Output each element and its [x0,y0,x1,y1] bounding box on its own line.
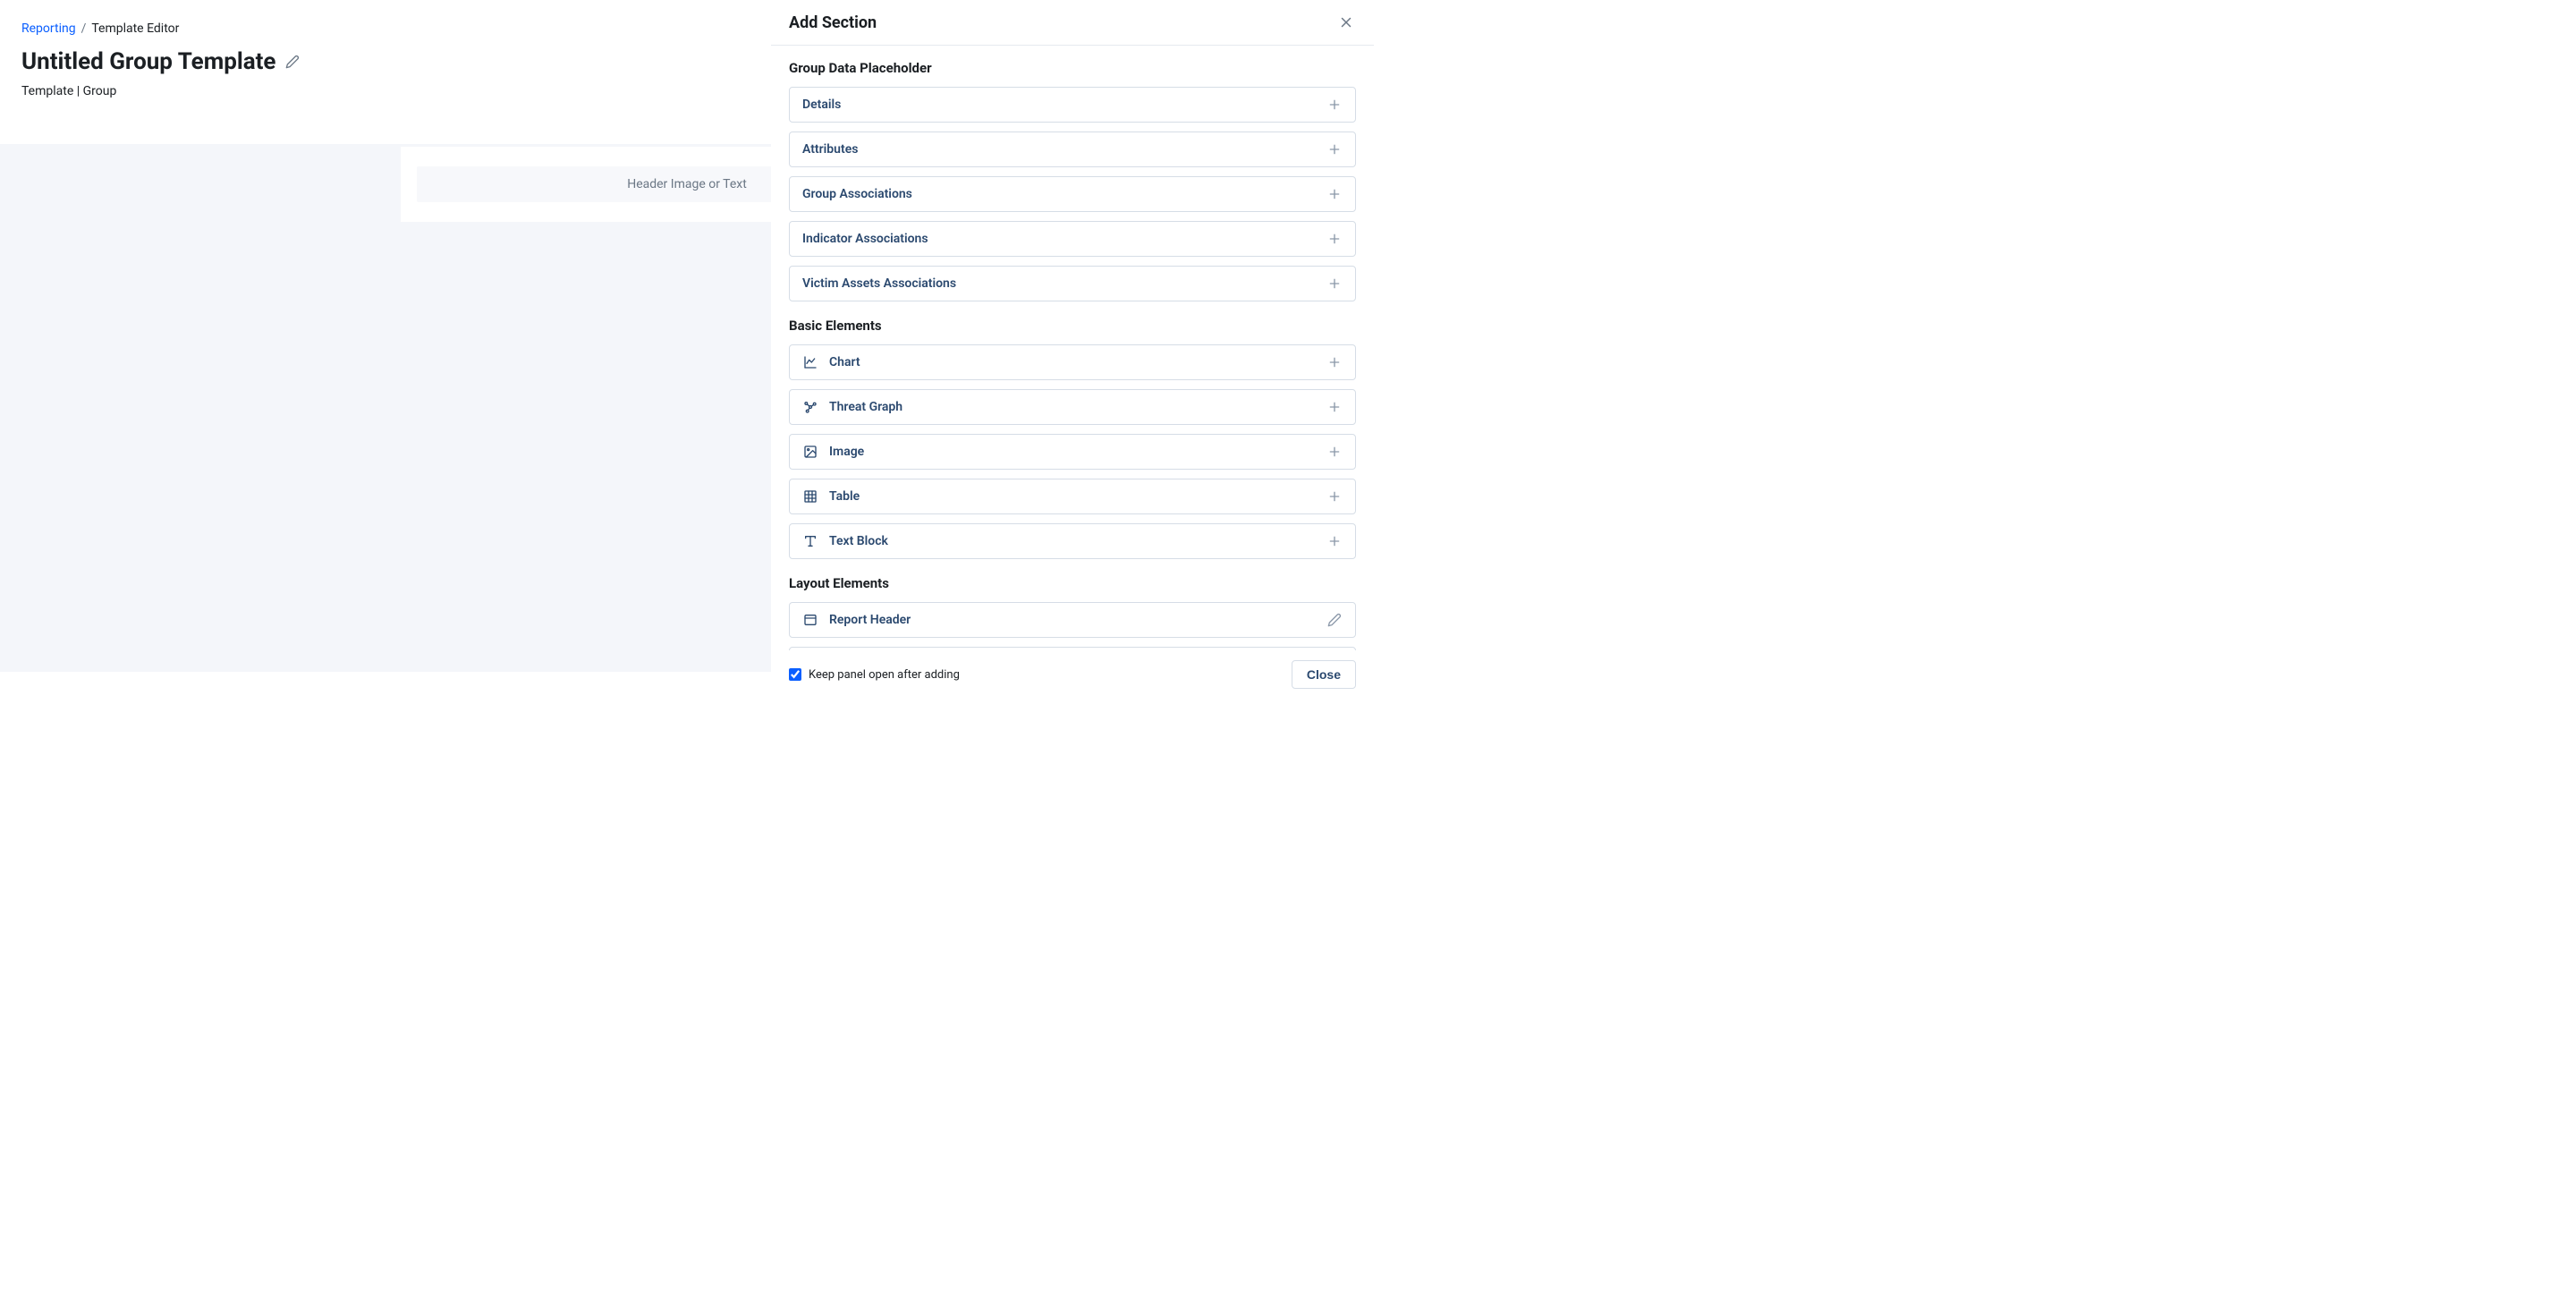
item-group-associations[interactable]: Group Associations [789,176,1356,212]
chart-icon [802,354,818,370]
item-label: Threat Graph [829,400,1326,414]
text-block-icon [802,533,818,549]
item-label: Details [802,98,1326,112]
add-group-associations-button[interactable] [1326,186,1343,202]
add-table-button[interactable] [1326,488,1343,505]
plus-icon [1327,534,1342,548]
keep-open-toggle[interactable]: Keep panel open after adding [789,668,960,682]
plus-icon [1327,142,1342,157]
drawer-close-pill-button[interactable]: Close [1292,660,1356,689]
item-label: Image [829,445,1326,459]
add-victim-assets-button[interactable] [1326,276,1343,292]
item-attributes[interactable]: Attributes [789,132,1356,167]
table-icon [802,488,818,505]
item-text-block[interactable]: Text Block [789,523,1356,559]
item-label: Indicator Associations [802,232,1326,246]
item-report-header[interactable]: Report Header [789,602,1356,638]
item-details[interactable]: Details [789,87,1356,123]
add-section-drawer: Add Section Group Data Placeholder Detai… [771,0,1374,701]
pencil-icon [285,55,300,69]
header-icon [802,612,818,628]
group-data-heading: Group Data Placeholder [789,60,1356,76]
drawer-title: Add Section [789,13,877,32]
plus-icon [1327,445,1342,459]
plus-icon [1327,276,1342,291]
plus-icon [1327,187,1342,201]
item-label: Group Associations [802,187,1326,201]
item-label: Report Header [829,613,1326,627]
plus-icon [1327,232,1342,246]
item-indicator-associations[interactable]: Indicator Associations [789,221,1356,257]
plus-icon [1327,98,1342,112]
section-group-data: Group Data Placeholder Details Attribute… [789,60,1356,301]
add-attributes-button[interactable] [1326,141,1343,157]
item-label: Victim Assets Associations [802,276,1326,291]
close-icon [1338,14,1354,30]
keep-open-checkbox[interactable] [789,668,801,681]
plus-icon [1327,489,1342,504]
section-basic-elements: Basic Elements Chart Threat Graph [789,318,1356,559]
breadcrumb-current: Template Editor [91,21,179,36]
item-label: Chart [829,355,1326,369]
item-label: Table [829,489,1326,504]
item-chart[interactable]: Chart [789,344,1356,380]
section-layout-elements: Layout Elements Report Header Report Foo… [789,575,1356,650]
edit-title-button[interactable] [284,54,301,70]
threat-graph-icon [802,399,818,415]
item-table[interactable]: Table [789,479,1356,514]
item-threat-graph[interactable]: Threat Graph [789,389,1356,425]
drawer-body: Group Data Placeholder Details Attribute… [771,46,1374,650]
keep-open-label: Keep panel open after adding [809,668,960,682]
drawer-close-button[interactable] [1336,13,1356,32]
image-icon [802,444,818,460]
drawer-header: Add Section [771,0,1374,46]
breadcrumb-separator: / [81,21,87,36]
drawer-footer: Keep panel open after adding Close [771,650,1374,701]
breadcrumb-root-link[interactable]: Reporting [21,21,76,36]
add-text-block-button[interactable] [1326,533,1343,549]
page-title: Untitled Group Template [21,48,275,75]
layout-elements-heading: Layout Elements [789,575,1356,591]
edit-report-header-button[interactable] [1326,612,1343,628]
add-chart-button[interactable] [1326,354,1343,370]
add-threat-graph-button[interactable] [1326,399,1343,415]
basic-elements-heading: Basic Elements [789,318,1356,334]
add-image-button[interactable] [1326,444,1343,460]
add-details-button[interactable] [1326,97,1343,113]
item-label: Text Block [829,534,1326,548]
item-label: Attributes [802,142,1326,157]
plus-icon [1327,400,1342,414]
pencil-icon [1327,613,1342,627]
plus-icon [1327,355,1342,369]
item-victim-assets-associations[interactable]: Victim Assets Associations [789,266,1356,301]
item-image[interactable]: Image [789,434,1356,470]
add-indicator-associations-button[interactable] [1326,231,1343,247]
